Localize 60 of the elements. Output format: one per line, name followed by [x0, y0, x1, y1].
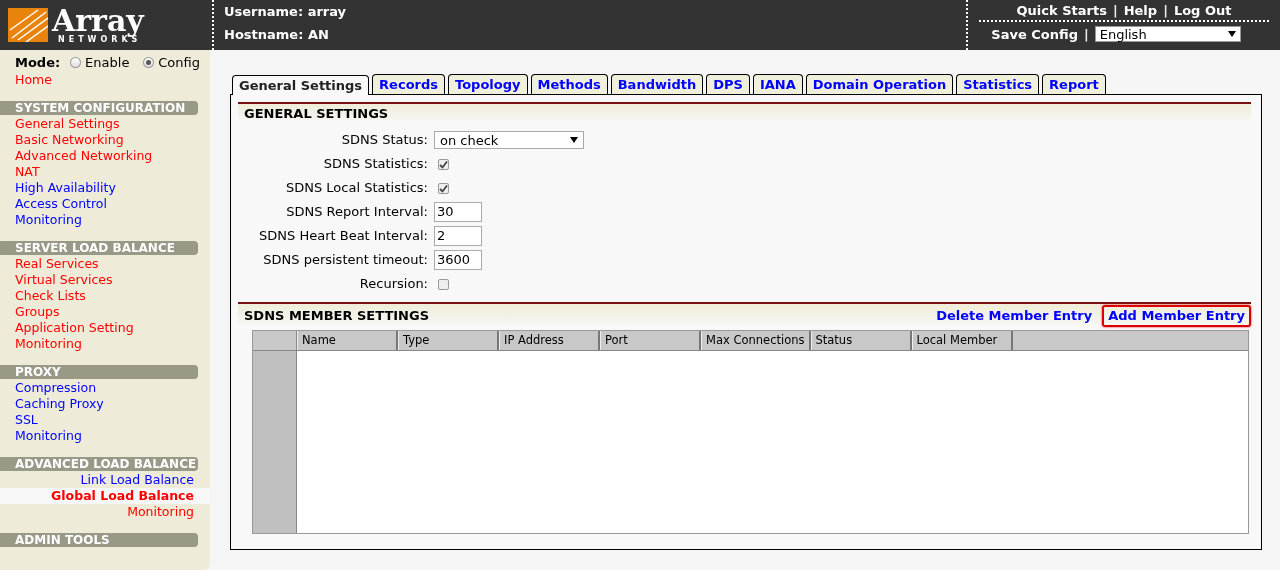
header-link[interactable]: Log Out: [1173, 3, 1232, 18]
mode-label: Mode:: [15, 54, 61, 70]
field-label: SDNS Status:: [340, 131, 428, 149]
tab[interactable]: General Settings: [232, 75, 370, 95]
separator: |: [1162, 3, 1169, 18]
tab[interactable]: Records: [372, 74, 445, 94]
field-label: SDNS Local Statistics:: [285, 179, 428, 197]
section-header: ADMIN TOOLS: [0, 533, 198, 547]
nav-link[interactable]: Caching Proxy: [0, 396, 210, 412]
section-header: SERVER LOAD BALANCE: [0, 241, 198, 255]
separator: |: [1082, 26, 1090, 42]
radio-button[interactable]: [143, 56, 155, 68]
section-header: SYSTEM CONFIGURATION: [0, 101, 198, 115]
tab[interactable]: Statistics: [956, 74, 1040, 94]
checkbox[interactable]: [438, 182, 449, 194]
section-title: SDNS MEMBER SETTINGS: [244, 309, 430, 323]
separator: |: [1111, 3, 1119, 18]
logo: Array NETWORKS: [8, 6, 144, 44]
tab[interactable]: Report: [1042, 74, 1106, 94]
nav-link[interactable]: Monitoring: [0, 428, 210, 444]
input-field[interactable]: 30: [434, 202, 482, 222]
radio-label: Config: [158, 54, 200, 70]
username-label: Username: array: [224, 4, 348, 19]
language-select[interactable]: English: [1094, 26, 1241, 42]
field-label: SDNS persistent timeout:: [262, 251, 428, 269]
tab[interactable]: Bandwidth: [610, 74, 704, 94]
nav-link[interactable]: SSL: [0, 412, 210, 428]
checkbox[interactable]: [438, 278, 449, 290]
field-label: Recursion:: [358, 275, 428, 293]
status-select[interactable]: on check: [434, 131, 584, 149]
section-header: GENERAL SETTINGS: [238, 102, 1251, 124]
tab[interactable]: DPS: [706, 74, 750, 94]
nav-link[interactable]: Access Control: [0, 196, 210, 212]
header-link[interactable]: Save Config: [991, 26, 1078, 42]
section-header: ADVANCED LOAD BALANCE: [0, 457, 198, 471]
dropdown-arrow-icon: [570, 137, 578, 143]
input-field[interactable]: 3600: [434, 250, 482, 270]
hostname-label: Hostname: AN: [224, 27, 330, 42]
tab[interactable]: Topology: [448, 74, 528, 94]
checkbox[interactable]: [438, 158, 449, 170]
dropdown-arrow-icon: [1227, 31, 1236, 37]
nav-link[interactable]: High Availability: [0, 180, 210, 196]
field-label: SDNS Statistics:: [322, 155, 428, 173]
nav-link[interactable]: Monitoring: [0, 212, 210, 228]
action-link[interactable]: Delete Member Entry: [930, 305, 1099, 327]
section-header: PROXY: [0, 365, 198, 379]
radio-label: Enable: [85, 54, 130, 70]
action-link[interactable]: Add Member Entry: [1102, 305, 1251, 327]
nav-link[interactable]: Compression: [0, 380, 210, 396]
header-link[interactable]: Quick Starts: [1016, 3, 1107, 18]
nav-link[interactable]: Link Load Balance: [0, 472, 210, 488]
input-field[interactable]: 2: [434, 226, 482, 246]
header-link[interactable]: Help: [1123, 3, 1158, 18]
tab[interactable]: Methods: [530, 74, 608, 94]
tab[interactable]: IANA: [752, 74, 803, 94]
field-label: SDNS Report Interval:: [285, 203, 428, 221]
radio-button[interactable]: [70, 56, 82, 68]
tab[interactable]: Domain Operation: [805, 74, 954, 94]
field-label: SDNS Heart Beat Interval:: [258, 227, 428, 245]
nav-link[interactable]: Global Load Balance: [0, 488, 210, 504]
